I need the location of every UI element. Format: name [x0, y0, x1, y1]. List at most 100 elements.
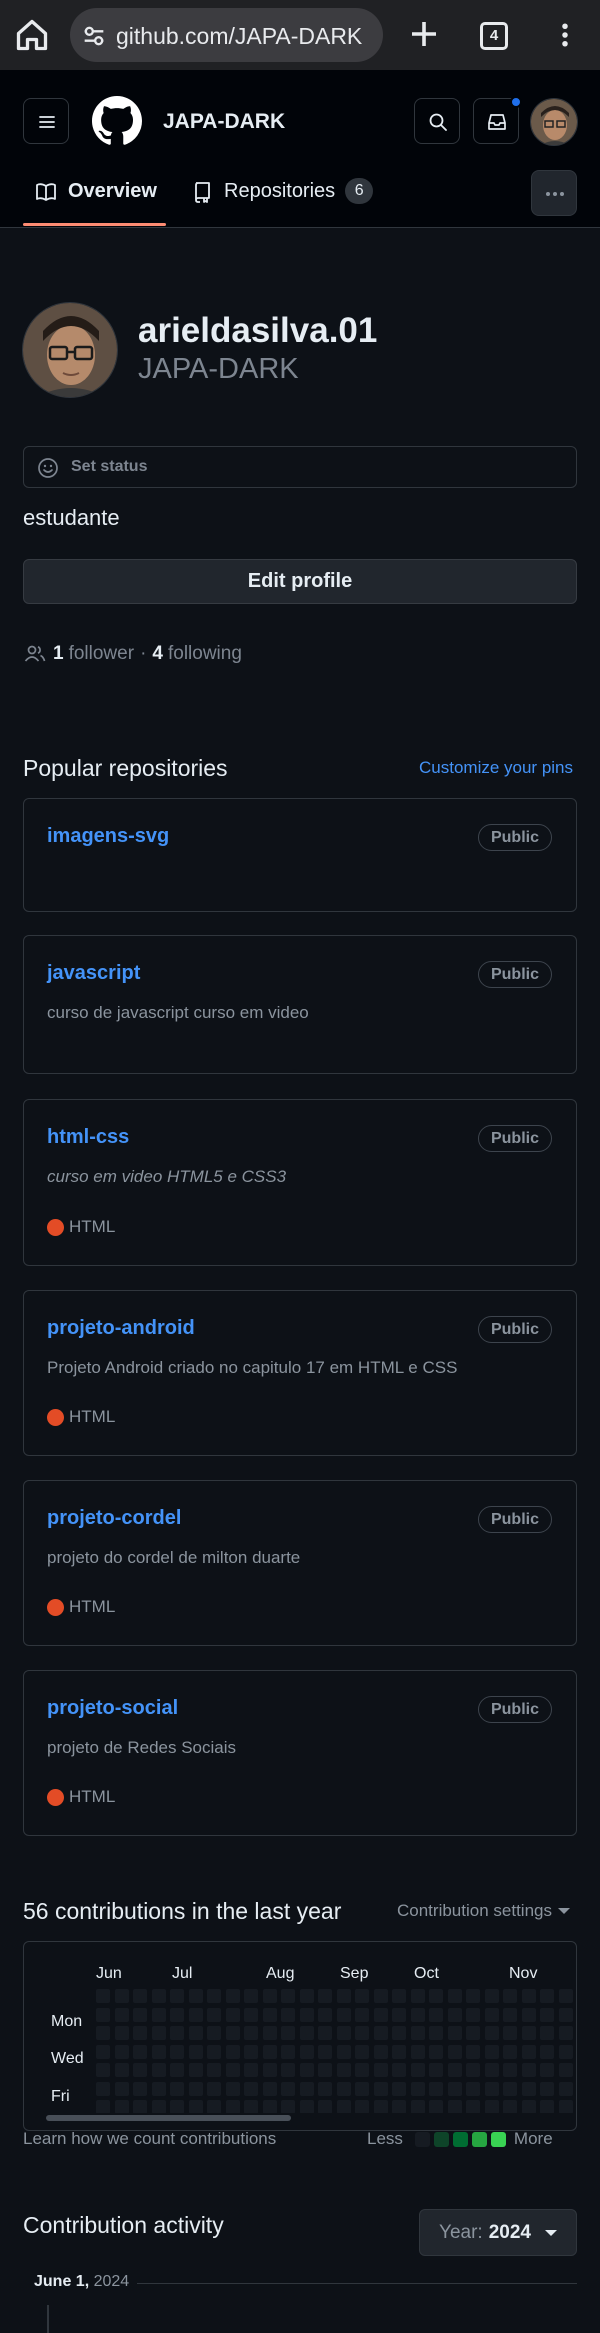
contribution-settings-dropdown[interactable]: Contribution settings [397, 1901, 570, 1921]
contribution-day-cell[interactable] [373, 2044, 388, 2059]
contribution-day-cell[interactable] [373, 2007, 388, 2022]
contribution-day-cell[interactable] [521, 2100, 536, 2113]
contribution-day-cell[interactable] [207, 2026, 221, 2040]
user-avatar[interactable] [530, 98, 578, 146]
contribution-day-cell[interactable] [484, 2007, 499, 2022]
contribution-day-cell[interactable] [466, 2007, 480, 2022]
overflow-menu-icon[interactable] [550, 17, 580, 53]
customize-pins-link[interactable]: Customize your pins [419, 758, 573, 778]
contribution-day-cell[interactable] [503, 2044, 517, 2059]
contribution-day-cell[interactable] [170, 2081, 184, 2096]
contribution-day-cell[interactable] [484, 2063, 499, 2077]
contribution-day-cell[interactable] [521, 2081, 536, 2096]
contribution-day-cell[interactable] [558, 2007, 573, 2022]
contribution-day-cell[interactable] [318, 1989, 332, 2003]
contribution-day-cell[interactable] [170, 2100, 184, 2113]
contribution-day-cell[interactable] [281, 2063, 295, 2077]
contribution-day-cell[interactable] [429, 2100, 443, 2113]
contribution-day-cell[interactable] [447, 2007, 462, 2022]
repo-name-link[interactable]: projeto-social [47, 1697, 178, 1720]
contribution-day-cell[interactable] [133, 2007, 147, 2022]
tab-switcher-icon[interactable]: 4 [480, 22, 508, 50]
contribution-day-cell[interactable] [262, 1989, 277, 2003]
contribution-day-cell[interactable] [188, 1989, 203, 2003]
contribution-day-cell[interactable] [188, 2100, 203, 2113]
contribution-day-cell[interactable] [96, 2063, 110, 2077]
contribution-day-cell[interactable] [299, 2100, 314, 2113]
contribution-day-cell[interactable] [392, 2063, 406, 2077]
contribution-day-cell[interactable] [466, 2063, 480, 2077]
contribution-day-cell[interactable] [410, 2081, 425, 2096]
contribution-day-cell[interactable] [447, 2063, 462, 2077]
contribution-day-cell[interactable] [114, 2007, 129, 2022]
contribution-day-cell[interactable] [558, 2081, 573, 2096]
year-select-button[interactable]: Year: 2024 [419, 2209, 577, 2256]
contribution-day-cell[interactable] [336, 2100, 351, 2113]
calendar-scrollbar[interactable] [46, 2115, 291, 2121]
contribution-day-cell[interactable] [96, 1989, 110, 2003]
contribution-day-cell[interactable] [299, 2044, 314, 2059]
contribution-day-cell[interactable] [336, 2044, 351, 2059]
contribution-day-cell[interactable] [392, 2007, 406, 2022]
contribution-day-cell[interactable] [225, 2063, 240, 2077]
contribution-day-cell[interactable] [558, 1989, 573, 2003]
contribution-day-cell[interactable] [540, 2063, 554, 2077]
contribution-day-cell[interactable] [503, 2081, 517, 2096]
contribution-day-cell[interactable] [410, 2044, 425, 2059]
contribution-day-cell[interactable] [318, 2007, 332, 2022]
contribution-day-cell[interactable] [244, 2081, 258, 2096]
contribution-day-cell[interactable] [170, 2063, 184, 2077]
contribution-day-cell[interactable] [244, 1989, 258, 2003]
contribution-day-cell[interactable] [133, 1989, 147, 2003]
contribution-day-cell[interactable] [262, 2063, 277, 2077]
contribution-day-cell[interactable] [151, 2100, 166, 2113]
contribution-day-cell[interactable] [410, 2007, 425, 2022]
contribution-day-cell[interactable] [540, 2026, 554, 2040]
contribution-day-cell[interactable] [373, 2100, 388, 2113]
contribution-day-cell[interactable] [299, 2081, 314, 2096]
contribution-day-cell[interactable] [262, 2007, 277, 2022]
contribution-day-cell[interactable] [188, 2044, 203, 2059]
tab-overview[interactable]: Overview [34, 180, 157, 228]
contribution-day-cell[interactable] [281, 2007, 295, 2022]
contribution-day-cell[interactable] [521, 1989, 536, 2003]
contribution-day-cell[interactable] [133, 2044, 147, 2059]
contribution-day-cell[interactable] [262, 2026, 277, 2040]
contribution-day-cell[interactable] [96, 2007, 110, 2022]
contribution-day-cell[interactable] [503, 2063, 517, 2077]
contribution-day-cell[interactable] [114, 2081, 129, 2096]
contribution-day-cell[interactable] [540, 1989, 554, 2003]
contribution-day-cell[interactable] [410, 2063, 425, 2077]
contribution-day-cell[interactable] [133, 2100, 147, 2113]
contribution-day-cell[interactable] [114, 2100, 129, 2113]
contribution-day-cell[interactable] [133, 2026, 147, 2040]
contribution-day-cell[interactable] [447, 1989, 462, 2003]
contribution-day-cell[interactable] [133, 2081, 147, 2096]
contribution-day-cell[interactable] [521, 2007, 536, 2022]
contribution-day-cell[interactable] [373, 2063, 388, 2077]
contribution-day-cell[interactable] [558, 2063, 573, 2077]
edit-profile-button[interactable]: Edit profile [23, 559, 577, 604]
contribution-day-cell[interactable] [318, 2100, 332, 2113]
github-logo-icon[interactable] [92, 96, 142, 146]
contribution-day-cell[interactable] [429, 2081, 443, 2096]
tab-repositories[interactable]: Repositories 6 [190, 178, 374, 228]
contribution-day-cell[interactable] [262, 2100, 277, 2113]
contribution-day-cell[interactable] [355, 2063, 369, 2077]
hamburger-menu-button[interactable] [23, 98, 69, 144]
profile-avatar[interactable] [22, 302, 118, 398]
contribution-day-cell[interactable] [466, 2026, 480, 2040]
contribution-grid[interactable] [96, 1989, 576, 2113]
contribution-day-cell[interactable] [244, 2007, 258, 2022]
contribution-day-cell[interactable] [151, 2044, 166, 2059]
contribution-day-cell[interactable] [207, 2081, 221, 2096]
repo-name-link[interactable]: imagens-svg [47, 825, 169, 848]
contribution-day-cell[interactable] [410, 1989, 425, 2003]
contribution-day-cell[interactable] [558, 2044, 573, 2059]
contribution-day-cell[interactable] [114, 2044, 129, 2059]
contribution-day-cell[interactable] [318, 2026, 332, 2040]
url-text[interactable]: github.com/JAPA-DARK [116, 23, 362, 50]
contribution-day-cell[interactable] [355, 2100, 369, 2113]
contribution-day-cell[interactable] [151, 2007, 166, 2022]
contribution-day-cell[interactable] [244, 2026, 258, 2040]
